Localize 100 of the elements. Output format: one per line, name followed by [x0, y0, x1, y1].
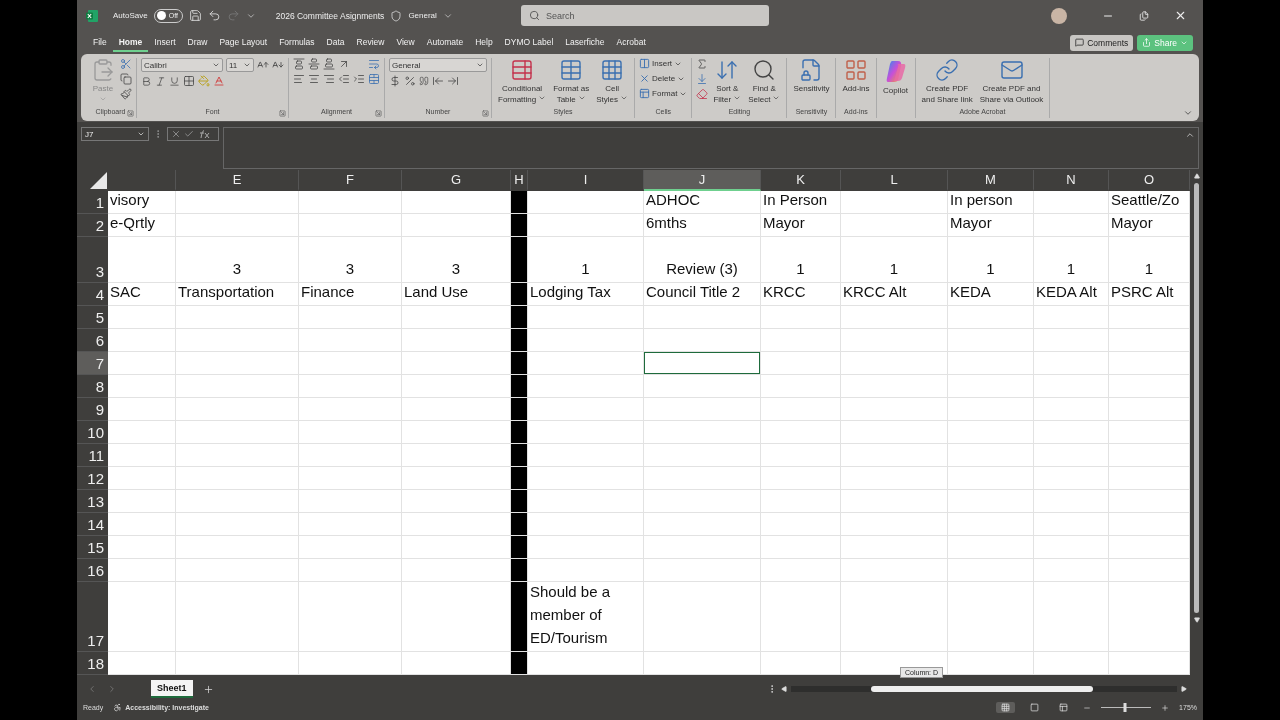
- sheet-cell[interactable]: [402, 652, 511, 675]
- sheet-cell[interactable]: 3: [176, 237, 299, 283]
- sheet-cell[interactable]: [1034, 444, 1109, 467]
- menu-tab[interactable]: View: [390, 33, 421, 52]
- sheet-cell[interactable]: [108, 375, 176, 398]
- sheet-cell[interactable]: [299, 652, 402, 675]
- ribbon-button[interactable]: Sort & Filter: [711, 58, 744, 105]
- sheet-cell[interactable]: [948, 536, 1034, 559]
- menu-tab[interactable]: Acrobat: [610, 33, 652, 52]
- copy-icon[interactable]: [120, 73, 132, 85]
- filled-column-cell[interactable]: [511, 559, 528, 582]
- sheet-cell[interactable]: [176, 191, 299, 214]
- filled-column-cell[interactable]: [511, 352, 528, 375]
- sheet-cell[interactable]: [528, 398, 644, 421]
- sheet-cell[interactable]: [841, 306, 948, 329]
- sheet-cell[interactable]: [402, 467, 511, 490]
- sheet-cell[interactable]: In Person: [761, 191, 841, 214]
- sheet-cell[interactable]: [528, 559, 644, 582]
- sheet-cell[interactable]: [841, 513, 948, 536]
- comma-icon[interactable]: [419, 76, 429, 86]
- sheet-cell[interactable]: [299, 559, 402, 582]
- ribbon-button[interactable]: Format as Table: [551, 58, 592, 105]
- sheet-cell[interactable]: [644, 652, 761, 675]
- sheet-cell[interactable]: [841, 329, 948, 352]
- sheet-cell[interactable]: [108, 490, 176, 513]
- sheet-cell[interactable]: [644, 536, 761, 559]
- sheet-cell[interactable]: [402, 536, 511, 559]
- sheet-cell[interactable]: [841, 536, 948, 559]
- filled-column-cell[interactable]: [511, 329, 528, 352]
- sheet-cell[interactable]: [528, 444, 644, 467]
- sheet-cell[interactable]: [402, 191, 511, 214]
- sheet-cell[interactable]: [108, 237, 176, 283]
- sheet-cell[interactable]: [1109, 375, 1190, 398]
- sheet-cell[interactable]: [402, 214, 511, 237]
- sheet-cell[interactable]: [761, 421, 841, 444]
- sheet-cell[interactable]: Seattle/Zo: [1109, 191, 1190, 214]
- horizontal-scrollbar[interactable]: [791, 686, 1177, 692]
- sheet-cell[interactable]: [402, 559, 511, 582]
- sheet-cell[interactable]: KEDA: [948, 283, 1034, 306]
- sheet-cell[interactable]: [528, 652, 644, 675]
- sheet-cell[interactable]: [644, 329, 761, 352]
- sheet-cell[interactable]: [1034, 352, 1109, 375]
- sheet-cell[interactable]: [176, 352, 299, 375]
- column-header[interactable]: J: [644, 170, 761, 191]
- copilot-button[interactable]: Copilot: [880, 58, 911, 96]
- sheet-cell[interactable]: [402, 306, 511, 329]
- sheet-cell[interactable]: [299, 214, 402, 237]
- filled-column-cell[interactable]: [511, 191, 528, 214]
- sheet-cell[interactable]: [299, 467, 402, 490]
- sheet-cell[interactable]: [1034, 536, 1109, 559]
- sheet-cell[interactable]: ADHOC: [644, 191, 761, 214]
- sheet-cell[interactable]: [761, 375, 841, 398]
- sheet-cell[interactable]: Mayor: [1109, 214, 1190, 237]
- sheet-cell[interactable]: [1109, 467, 1190, 490]
- sheet-cell[interactable]: [1034, 421, 1109, 444]
- cells-button[interactable]: Insert: [639, 58, 688, 69]
- filled-column-cell[interactable]: [511, 582, 528, 652]
- menu-tab[interactable]: DYMO Label: [498, 33, 560, 52]
- sheet-cell[interactable]: [402, 444, 511, 467]
- sheet-cell[interactable]: [402, 490, 511, 513]
- sheet-cell[interactable]: [108, 652, 176, 675]
- sheet-cell[interactable]: [841, 214, 948, 237]
- avatar[interactable]: [1051, 7, 1067, 24]
- sheet-cell[interactable]: [176, 490, 299, 513]
- sheet-cell[interactable]: [644, 559, 761, 582]
- sheet-cell[interactable]: [948, 652, 1034, 675]
- menu-tab[interactable]: Automate: [420, 33, 470, 52]
- menu-tab[interactable]: Data: [320, 33, 351, 52]
- menu-tab[interactable]: Page Layout: [213, 33, 274, 52]
- sheet-cell[interactable]: [176, 582, 299, 652]
- underline-icon[interactable]: [169, 75, 180, 87]
- sheet-cell[interactable]: [1109, 513, 1190, 536]
- ribbon-button[interactable]: Create PDF and Share link: [919, 58, 975, 105]
- sheet-cell[interactable]: [841, 398, 948, 421]
- menu-tab[interactable]: File: [87, 33, 113, 52]
- sheet-cell[interactable]: [528, 191, 644, 214]
- sheet-cell[interactable]: [176, 329, 299, 352]
- sheet-cell[interactable]: [644, 375, 761, 398]
- sheet-cell[interactable]: Council Title 2: [644, 283, 761, 306]
- sheet-cell[interactable]: [176, 398, 299, 421]
- sheet-cell[interactable]: [176, 652, 299, 675]
- sheet-cell[interactable]: [176, 375, 299, 398]
- sheet-cell[interactable]: [402, 375, 511, 398]
- normal-view-icon[interactable]: [996, 702, 1016, 713]
- sheet-cell[interactable]: [1109, 352, 1190, 375]
- sensitivity-label[interactable]: General: [408, 11, 437, 20]
- sheet-cell[interactable]: [1034, 191, 1109, 214]
- sheet-cell[interactable]: [108, 559, 176, 582]
- zoom-in-icon[interactable]: [1161, 703, 1170, 712]
- sheet-cell[interactable]: [176, 467, 299, 490]
- sheet-cell[interactable]: [1034, 398, 1109, 421]
- scroll-right-icon[interactable]: [1181, 686, 1187, 692]
- sheet-cell[interactable]: [948, 490, 1034, 513]
- sheet-cell[interactable]: [299, 398, 402, 421]
- sheet-cell[interactable]: Transportation: [176, 283, 299, 306]
- sheet-cell[interactable]: [108, 467, 176, 490]
- sheet-cell[interactable]: [176, 513, 299, 536]
- menu-tab[interactable]: Laserfiche: [559, 33, 611, 52]
- font-size-field[interactable]: 11: [226, 58, 254, 72]
- save-icon[interactable]: [188, 9, 202, 22]
